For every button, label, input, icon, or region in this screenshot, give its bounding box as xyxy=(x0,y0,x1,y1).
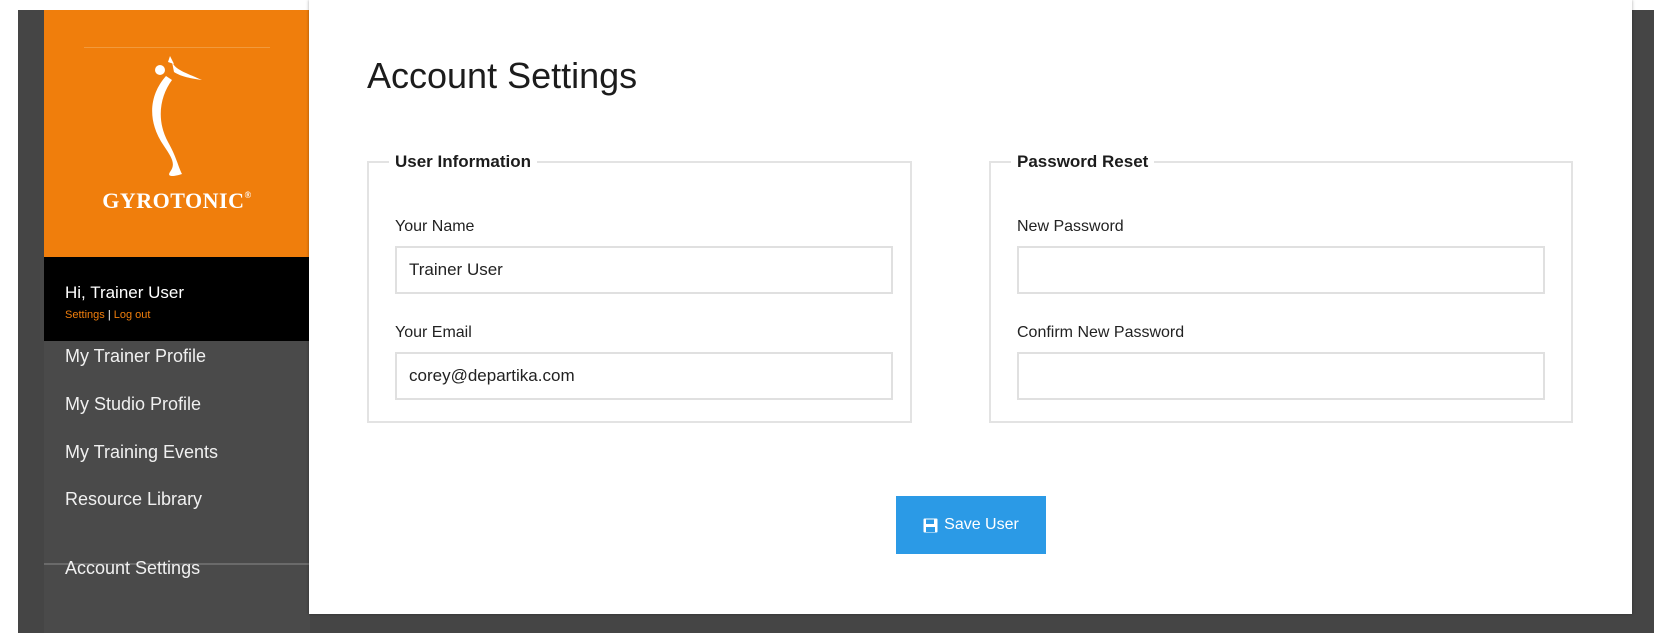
password-reset-legend: Password Reset xyxy=(1017,152,1149,171)
sidebar: GYROTONIC® Hi, Trainer User Settings | L… xyxy=(44,10,310,633)
save-user-label: Save User xyxy=(944,516,1019,533)
confirm-password-label: Confirm New Password xyxy=(1017,324,1185,341)
new-password-input[interactable] xyxy=(1017,246,1545,294)
user-panel: Hi, Trainer User Settings | Log out xyxy=(44,257,310,341)
page-title: Account Settings xyxy=(367,55,638,96)
user-greeting: Hi, Trainer User xyxy=(65,283,185,302)
brand-logo[interactable]: GYROTONIC® xyxy=(44,10,310,257)
name-label: Your Name xyxy=(395,218,475,235)
brand-name: GYROTONIC® xyxy=(102,188,252,213)
sidebar-item-trainer-profile[interactable]: My Trainer Profile xyxy=(65,346,206,367)
sidebar-item-studio-profile[interactable]: My Studio Profile xyxy=(65,394,201,415)
floppy-disk-icon xyxy=(923,518,938,532)
main-panel: Account Settings User Information Your N… xyxy=(309,0,1632,614)
sidebar-item-resource-library[interactable]: Resource Library xyxy=(65,489,202,510)
sidebar-item-account-settings[interactable]: Account Settings xyxy=(65,558,200,579)
name-input[interactable] xyxy=(395,246,893,294)
save-user-button[interactable]: Save User xyxy=(896,496,1046,554)
sidebar-item-training-events[interactable]: My Training Events xyxy=(65,442,218,463)
user-links: Settings | Log out xyxy=(65,309,150,321)
logout-link[interactable]: Log out xyxy=(114,309,151,321)
new-password-label: New Password xyxy=(1017,218,1124,235)
email-label: Your Email xyxy=(395,324,472,341)
link-separator: | xyxy=(107,309,111,321)
email-input[interactable] xyxy=(395,352,893,400)
settings-link[interactable]: Settings xyxy=(65,309,105,321)
confirm-password-input[interactable] xyxy=(1017,352,1545,400)
user-information-legend: User Information xyxy=(395,152,532,171)
logo-divider xyxy=(84,47,270,48)
gyrotonic-figure-icon xyxy=(152,56,202,176)
